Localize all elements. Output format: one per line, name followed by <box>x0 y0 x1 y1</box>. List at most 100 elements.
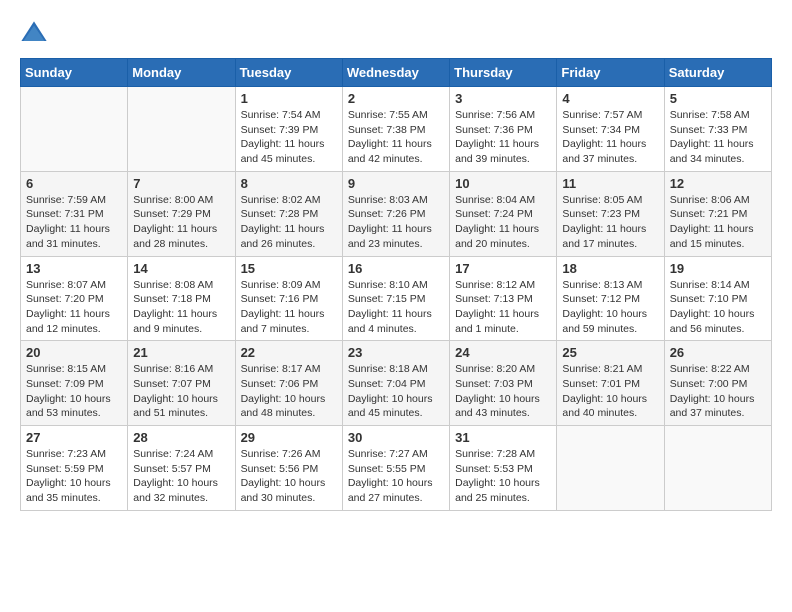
day-content: Sunrise: 8:09 AM Sunset: 7:16 PM Dayligh… <box>241 278 337 337</box>
day-number: 2 <box>348 91 444 106</box>
header-cell-friday: Friday <box>557 59 664 87</box>
day-number: 19 <box>670 261 766 276</box>
day-content: Sunrise: 8:00 AM Sunset: 7:29 PM Dayligh… <box>133 193 229 252</box>
day-content: Sunrise: 7:26 AM Sunset: 5:56 PM Dayligh… <box>241 447 337 506</box>
day-number: 9 <box>348 176 444 191</box>
day-cell: 14 Sunrise: 8:08 AM Sunset: 7:18 PM Dayli… <box>128 256 235 341</box>
header-row: SundayMondayTuesdayWednesdayThursdayFrid… <box>21 59 772 87</box>
day-content: Sunrise: 7:56 AM Sunset: 7:36 PM Dayligh… <box>455 108 551 167</box>
day-content: Sunrise: 8:16 AM Sunset: 7:07 PM Dayligh… <box>133 362 229 421</box>
logo <box>20 20 52 48</box>
day-cell: 27 Sunrise: 7:23 AM Sunset: 5:59 PM Dayli… <box>21 426 128 511</box>
header-cell-thursday: Thursday <box>450 59 557 87</box>
day-content: Sunrise: 8:07 AM Sunset: 7:20 PM Dayligh… <box>26 278 122 337</box>
day-cell: 25 Sunrise: 8:21 AM Sunset: 7:01 PM Dayli… <box>557 341 664 426</box>
calendar-header: SundayMondayTuesdayWednesdayThursdayFrid… <box>21 59 772 87</box>
day-cell: 20 Sunrise: 8:15 AM Sunset: 7:09 PM Dayli… <box>21 341 128 426</box>
day-number: 4 <box>562 91 658 106</box>
day-content: Sunrise: 8:17 AM Sunset: 7:06 PM Dayligh… <box>241 362 337 421</box>
day-cell: 22 Sunrise: 8:17 AM Sunset: 7:06 PM Dayli… <box>235 341 342 426</box>
day-content: Sunrise: 8:18 AM Sunset: 7:04 PM Dayligh… <box>348 362 444 421</box>
day-cell: 4 Sunrise: 7:57 AM Sunset: 7:34 PM Daylig… <box>557 87 664 172</box>
day-number: 18 <box>562 261 658 276</box>
day-cell: 31Sunrise: 7:28 AM Sunset: 5:53 PM Dayli… <box>450 426 557 511</box>
day-content: Sunrise: 7:24 AM Sunset: 5:57 PM Dayligh… <box>133 447 229 506</box>
day-cell: 7Sunrise: 8:00 AM Sunset: 7:29 PM Daylig… <box>128 171 235 256</box>
day-cell: 5Sunrise: 7:58 AM Sunset: 7:33 PM Daylig… <box>664 87 771 172</box>
day-content: Sunrise: 8:22 AM Sunset: 7:00 PM Dayligh… <box>670 362 766 421</box>
day-content: Sunrise: 8:03 AM Sunset: 7:26 PM Dayligh… <box>348 193 444 252</box>
day-content: Sunrise: 8:12 AM Sunset: 7:13 PM Dayligh… <box>455 278 551 337</box>
day-content: Sunrise: 7:54 AM Sunset: 7:39 PM Dayligh… <box>241 108 337 167</box>
day-cell: 18 Sunrise: 8:13 AM Sunset: 7:12 PM Dayli… <box>557 256 664 341</box>
day-content: Sunrise: 8:14 AM Sunset: 7:10 PM Dayligh… <box>670 278 766 337</box>
day-cell: 3Sunrise: 7:56 AM Sunset: 7:36 PM Daylig… <box>450 87 557 172</box>
day-number: 11 <box>562 176 658 191</box>
day-number: 6 <box>26 176 122 191</box>
header-cell-wednesday: Wednesday <box>342 59 449 87</box>
day-cell: 19 Sunrise: 8:14 AM Sunset: 7:10 PM Dayli… <box>664 256 771 341</box>
day-cell: 30 Sunrise: 7:27 AM Sunset: 5:55 PM Dayli… <box>342 426 449 511</box>
day-cell: 9 Sunrise: 8:03 AM Sunset: 7:26 PM Daylig… <box>342 171 449 256</box>
day-number: 29 <box>241 430 337 445</box>
day-number: 12 <box>670 176 766 191</box>
day-content: Sunrise: 8:06 AM Sunset: 7:21 PM Dayligh… <box>670 193 766 252</box>
day-content: Sunrise: 7:23 AM Sunset: 5:59 PM Dayligh… <box>26 447 122 506</box>
day-cell: 15Sunrise: 8:09 AM Sunset: 7:16 PM Dayli… <box>235 256 342 341</box>
day-cell: 26 Sunrise: 8:22 AM Sunset: 7:00 PM Dayli… <box>664 341 771 426</box>
day-number: 14 <box>133 261 229 276</box>
day-cell <box>128 87 235 172</box>
day-number: 31 <box>455 430 551 445</box>
day-content: Sunrise: 8:10 AM Sunset: 7:15 PM Dayligh… <box>348 278 444 337</box>
day-cell: 23 Sunrise: 8:18 AM Sunset: 7:04 PM Dayli… <box>342 341 449 426</box>
day-number: 24 <box>455 345 551 360</box>
header-cell-saturday: Saturday <box>664 59 771 87</box>
day-content: Sunrise: 8:15 AM Sunset: 7:09 PM Dayligh… <box>26 362 122 421</box>
day-content: Sunrise: 8:13 AM Sunset: 7:12 PM Dayligh… <box>562 278 658 337</box>
day-number: 17 <box>455 261 551 276</box>
logo-icon <box>20 20 48 48</box>
day-content: Sunrise: 8:20 AM Sunset: 7:03 PM Dayligh… <box>455 362 551 421</box>
day-number: 25 <box>562 345 658 360</box>
day-cell: 17 Sunrise: 8:12 AM Sunset: 7:13 PM Dayli… <box>450 256 557 341</box>
week-row-5: 27 Sunrise: 7:23 AM Sunset: 5:59 PM Dayli… <box>21 426 772 511</box>
day-number: 21 <box>133 345 229 360</box>
page-header <box>20 20 772 48</box>
day-number: 20 <box>26 345 122 360</box>
day-number: 10 <box>455 176 551 191</box>
day-cell: 8 Sunrise: 8:02 AM Sunset: 7:28 PM Daylig… <box>235 171 342 256</box>
header-cell-monday: Monday <box>128 59 235 87</box>
day-cell: 12 Sunrise: 8:06 AM Sunset: 7:21 PM Dayli… <box>664 171 771 256</box>
day-content: Sunrise: 7:27 AM Sunset: 5:55 PM Dayligh… <box>348 447 444 506</box>
day-cell: 10 Sunrise: 8:04 AM Sunset: 7:24 PM Dayli… <box>450 171 557 256</box>
day-content: Sunrise: 7:59 AM Sunset: 7:31 PM Dayligh… <box>26 193 122 252</box>
day-content: Sunrise: 7:55 AM Sunset: 7:38 PM Dayligh… <box>348 108 444 167</box>
day-number: 26 <box>670 345 766 360</box>
calendar-table: SundayMondayTuesdayWednesdayThursdayFrid… <box>20 58 772 511</box>
header-cell-sunday: Sunday <box>21 59 128 87</box>
day-number: 16 <box>348 261 444 276</box>
day-number: 22 <box>241 345 337 360</box>
day-number: 8 <box>241 176 337 191</box>
day-cell: 1Sunrise: 7:54 AM Sunset: 7:39 PM Daylig… <box>235 87 342 172</box>
day-content: Sunrise: 8:21 AM Sunset: 7:01 PM Dayligh… <box>562 362 658 421</box>
day-number: 30 <box>348 430 444 445</box>
day-number: 13 <box>26 261 122 276</box>
day-number: 5 <box>670 91 766 106</box>
day-cell: 21 Sunrise: 8:16 AM Sunset: 7:07 PM Dayli… <box>128 341 235 426</box>
day-number: 27 <box>26 430 122 445</box>
week-row-1: 1Sunrise: 7:54 AM Sunset: 7:39 PM Daylig… <box>21 87 772 172</box>
day-cell: 13 Sunrise: 8:07 AM Sunset: 7:20 PM Dayli… <box>21 256 128 341</box>
day-content: Sunrise: 8:08 AM Sunset: 7:18 PM Dayligh… <box>133 278 229 337</box>
day-number: 28 <box>133 430 229 445</box>
calendar-body: 1Sunrise: 7:54 AM Sunset: 7:39 PM Daylig… <box>21 87 772 511</box>
day-content: Sunrise: 8:02 AM Sunset: 7:28 PM Dayligh… <box>241 193 337 252</box>
day-cell: 28 Sunrise: 7:24 AM Sunset: 5:57 PM Dayli… <box>128 426 235 511</box>
day-number: 23 <box>348 345 444 360</box>
day-cell <box>664 426 771 511</box>
day-cell: 6 Sunrise: 7:59 AM Sunset: 7:31 PM Daylig… <box>21 171 128 256</box>
day-content: Sunrise: 8:04 AM Sunset: 7:24 PM Dayligh… <box>455 193 551 252</box>
day-content: Sunrise: 7:57 AM Sunset: 7:34 PM Dayligh… <box>562 108 658 167</box>
week-row-3: 13 Sunrise: 8:07 AM Sunset: 7:20 PM Dayli… <box>21 256 772 341</box>
day-cell: 29 Sunrise: 7:26 AM Sunset: 5:56 PM Dayli… <box>235 426 342 511</box>
